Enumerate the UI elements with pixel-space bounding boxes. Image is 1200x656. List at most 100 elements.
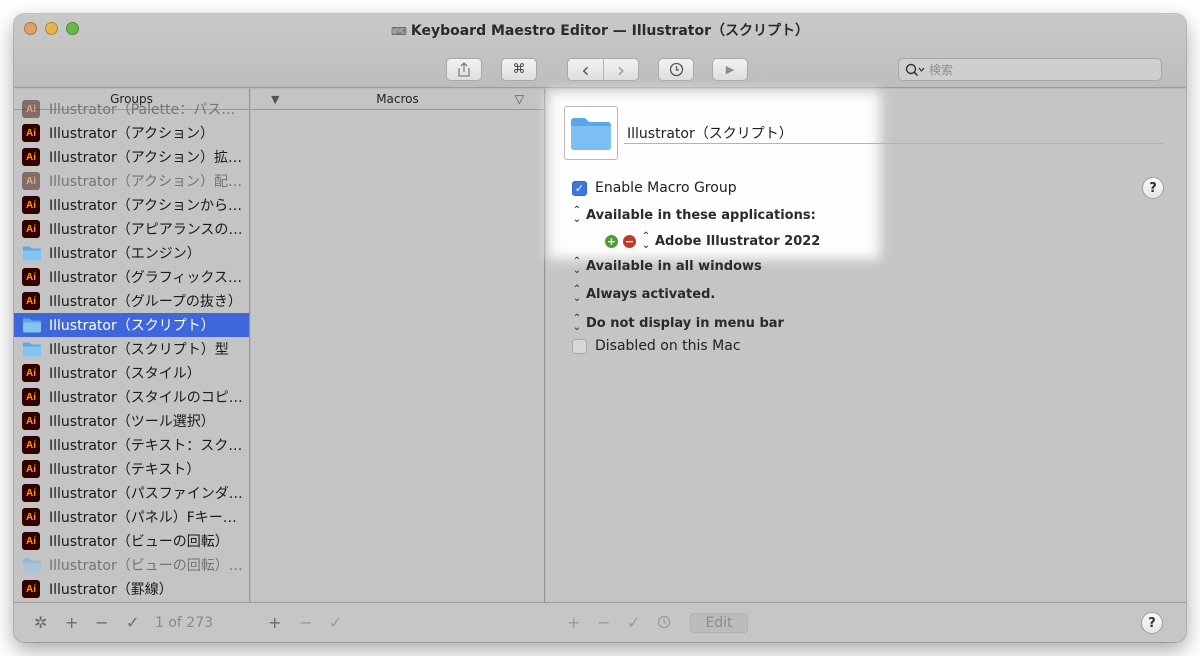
- illustrator-app-icon: Ai: [22, 412, 40, 430]
- edit-button[interactable]: Edit: [690, 613, 748, 633]
- activation-popup[interactable]: ⌃ ⌄ Always activated.: [572, 284, 716, 304]
- group-row[interactable]: Illustrator（ビューの回転）ba…: [14, 553, 249, 577]
- group-row[interactable]: Ai Illustrator（アクション）拡大…: [14, 145, 249, 169]
- updown-chevron-icon: ⌃ ⌄: [572, 205, 582, 225]
- illustrator-app-icon: Ai: [22, 508, 40, 526]
- group-row[interactable]: Ai Illustrator（ビューの回転）: [14, 529, 249, 553]
- help-button[interactable]: ?: [1142, 177, 1164, 199]
- menu-bar-popup[interactable]: ⌃ ⌄ Do not display in menu bar: [572, 313, 784, 333]
- group-row[interactable]: Ai Illustrator（テキスト）: [14, 457, 249, 481]
- enable-checkbox[interactable]: ✓: [572, 180, 587, 196]
- remove-group-button[interactable]: −: [95, 613, 108, 632]
- group-name-field[interactable]: [624, 122, 1164, 144]
- group-label: Illustrator（スクリプト）型: [49, 342, 229, 358]
- clock-icon[interactable]: [657, 614, 671, 633]
- enable-group-button[interactable]: ✓: [126, 613, 139, 632]
- group-label: Illustrator（スクリプト）: [49, 318, 215, 334]
- windows-popup[interactable]: ⌃ ⌄ Available in all windows: [572, 256, 762, 276]
- group-row[interactable]: Ai Illustrator（罫線）: [14, 577, 249, 601]
- group-count: 1 of 273: [155, 615, 214, 631]
- group-row[interactable]: Ai Illustrator（パネル）Fキー代替: [14, 505, 249, 529]
- group-row[interactable]: Ai Illustrator（グループの抜き）: [14, 289, 249, 313]
- footer-help-button[interactable]: ?: [1141, 612, 1163, 634]
- clock-icon: [669, 62, 683, 77]
- document-icon: ⌨: [390, 25, 407, 38]
- edit-label: Edit: [705, 615, 733, 631]
- add-application-button[interactable]: +: [605, 234, 618, 248]
- illustrator-app-icon: Ai: [22, 580, 40, 598]
- windows-label: Available in all windows: [586, 258, 762, 274]
- command-icon: ⌘: [512, 62, 526, 77]
- available-apps-popup[interactable]: ⌃ ⌄ Available in these applications:: [572, 205, 816, 225]
- group-label: Illustrator（アクション）配布用: [49, 174, 249, 190]
- hotkey-button[interactable]: ⌘: [501, 58, 537, 81]
- group-row[interactable]: Ai Illustrator（アクションからの脱…: [14, 193, 249, 217]
- group-icon-well[interactable]: [564, 106, 618, 160]
- check-action-button[interactable]: ✓: [627, 613, 640, 632]
- activation-label: Always activated.: [586, 286, 716, 302]
- remove-action-button[interactable]: −: [597, 613, 610, 632]
- group-label: Illustrator（Palette：パス操作）: [49, 102, 249, 118]
- group-row[interactable]: Ai Illustrator（スタイルのコピー&…: [14, 385, 249, 409]
- add-macro-button[interactable]: +: [268, 613, 281, 632]
- macros-column-header[interactable]: ▼ Macros ▽: [251, 89, 544, 110]
- back-button[interactable]: ‹: [568, 57, 603, 82]
- filter-triangle-icon[interactable]: ▽: [515, 92, 524, 106]
- disabled-checkbox[interactable]: [572, 338, 587, 354]
- group-label: Illustrator（グループの抜き）: [49, 294, 242, 310]
- group-row[interactable]: Ai Illustrator（パスファインダー）: [14, 481, 249, 505]
- updown-chevron-icon: ⌃ ⌄: [572, 284, 582, 304]
- macros-pane: ▼ Macros ▽: [251, 89, 545, 602]
- updown-chevron-icon: ⌃ ⌄: [572, 313, 582, 333]
- footer-help-label: ?: [1148, 615, 1156, 631]
- group-row[interactable]: Ai Illustrator（アピアランスのコピ…: [14, 217, 249, 241]
- group-label: Illustrator（パスファインダー）: [49, 486, 249, 502]
- disabled-row[interactable]: Disabled on this Mac: [572, 338, 741, 354]
- chevron-left-icon: ‹: [581, 57, 590, 82]
- group-row[interactable]: Illustrator（スクリプト）型: [14, 337, 249, 361]
- run-button[interactable]: ▶: [712, 58, 748, 81]
- group-row[interactable]: Ai Illustrator（スタイル）: [14, 361, 249, 385]
- available-apps-label: Available in these applications:: [586, 207, 816, 223]
- group-row[interactable]: Ai Illustrator（グラフィックスタイ…: [14, 265, 249, 289]
- window-title: Keyboard Maestro Editor — Illustrator（スク…: [410, 23, 809, 39]
- share-button[interactable]: [446, 58, 482, 81]
- group-row[interactable]: Ai Illustrator（アクション）: [14, 121, 249, 145]
- group-row[interactable]: Ai Illustrator（テキスト：スクリプ…: [14, 433, 249, 457]
- group-row[interactable]: Ai Illustrator（アクション）配布用: [14, 169, 249, 193]
- enable-macro-button[interactable]: ✓: [329, 613, 342, 632]
- editor-window: ⌨ Keyboard Maestro Editor — Illustrator（ス…: [14, 14, 1186, 642]
- group-label: Illustrator（ビューの回転）: [49, 534, 229, 550]
- window-title-area: ⌨ Keyboard Maestro Editor — Illustrator（ス…: [14, 20, 1186, 40]
- back-forward-control: ‹ ›: [567, 57, 639, 82]
- search-field[interactable]: [898, 58, 1162, 81]
- add-group-button[interactable]: +: [65, 613, 78, 632]
- updown-chevron-icon[interactable]: ⌃ ⌄: [641, 232, 651, 251]
- remove-application-button[interactable]: −: [623, 234, 636, 248]
- folder-icon: [22, 341, 42, 357]
- play-icon: ▶: [725, 63, 735, 76]
- illustrator-app-icon: Ai: [22, 268, 40, 286]
- application-name[interactable]: Adobe Illustrator 2022: [655, 234, 820, 249]
- illustrator-app-icon: Ai: [22, 364, 40, 382]
- illustrator-app-icon: Ai: [22, 436, 40, 454]
- group-label: Illustrator（スタイルのコピー&…: [49, 390, 249, 406]
- group-row[interactable]: Ai Illustrator（ツール選択）: [14, 409, 249, 433]
- search-input[interactable]: [929, 62, 1139, 77]
- group-row[interactable]: Ai Illustrator（Palette：パス操作）: [14, 97, 249, 121]
- enable-row[interactable]: ✓ Enable Macro Group: [572, 180, 737, 196]
- group-row[interactable]: Illustrator（スクリプト）: [14, 313, 249, 337]
- add-action-button[interactable]: +: [567, 613, 580, 632]
- sort-triangle-icon[interactable]: ▼: [271, 93, 279, 106]
- group-row[interactable]: Illustrator（エンジン）: [14, 241, 249, 265]
- updown-chevron-icon: ⌃ ⌄: [572, 256, 582, 276]
- forward-button[interactable]: ›: [603, 58, 638, 82]
- gear-icon[interactable]: ✲: [34, 613, 47, 632]
- remove-macro-button[interactable]: −: [299, 613, 312, 632]
- illustrator-app-icon: Ai: [22, 172, 40, 190]
- enable-label: Enable Macro Group: [595, 180, 737, 196]
- group-label: Illustrator（テキスト）: [49, 462, 201, 478]
- group-label: Illustrator（アピアランスのコピ…: [49, 222, 249, 238]
- recent-button[interactable]: [658, 58, 694, 81]
- group-label: Illustrator（エンジン）: [49, 246, 201, 262]
